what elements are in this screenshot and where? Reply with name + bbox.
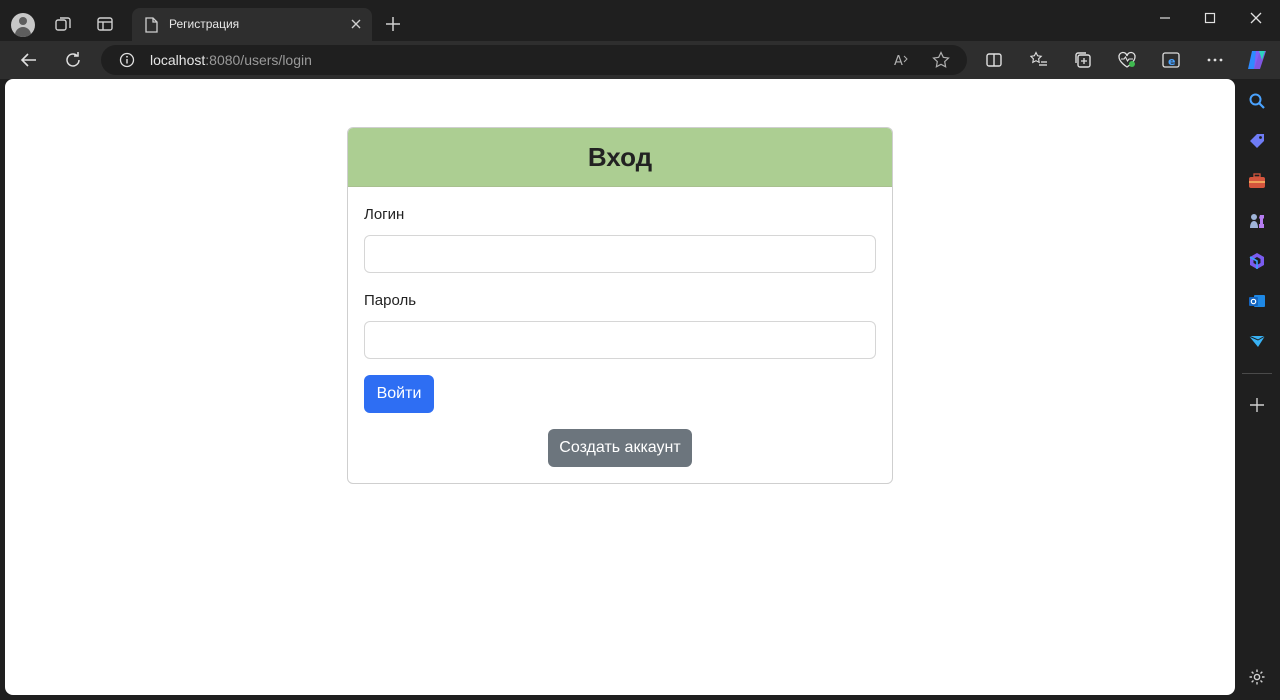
- edge-sidebar: [1236, 79, 1280, 700]
- tab-actions-icon[interactable]: [95, 14, 115, 34]
- password-input[interactable]: [364, 321, 876, 359]
- profile-avatar-icon[interactable]: [11, 13, 35, 37]
- minimize-icon[interactable]: [1142, 8, 1188, 28]
- refresh-icon[interactable]: [63, 50, 83, 70]
- browser-toolbar: localhost:8080/users/login A e: [0, 41, 1280, 79]
- address-bar[interactable]: localhost:8080/users/login A: [101, 45, 967, 75]
- collections-icon[interactable]: [1073, 50, 1093, 70]
- microsoft-365-icon[interactable]: [1247, 251, 1267, 271]
- tab-strip: Регистрация: [0, 0, 1280, 41]
- login-label: Логин: [364, 206, 405, 223]
- svg-text:A: A: [894, 54, 903, 69]
- page-title: Вход: [587, 141, 653, 172]
- svg-text:e: e: [1168, 55, 1175, 68]
- login-input[interactable]: [364, 235, 876, 273]
- more-options-icon[interactable]: [1205, 50, 1225, 70]
- add-sidebar-app-icon[interactable]: [1247, 395, 1267, 415]
- page-viewport: Вход Логин Пароль Войти Создать аккаунт: [5, 79, 1235, 695]
- tab-title: Регистрация: [169, 17, 240, 31]
- games-chess-icon[interactable]: [1247, 211, 1267, 231]
- outlook-icon[interactable]: [1247, 291, 1267, 311]
- password-label: Пароль: [364, 292, 417, 309]
- split-screen-icon[interactable]: [984, 50, 1004, 70]
- document-icon: [144, 17, 158, 38]
- login-card: Вход Логин Пароль Войти Создать аккаунт: [347, 127, 893, 484]
- site-info-icon[interactable]: [119, 52, 135, 73]
- maximize-icon[interactable]: [1187, 8, 1233, 28]
- drop-send-icon[interactable]: [1247, 331, 1267, 351]
- favorite-star-icon[interactable]: [931, 50, 951, 70]
- login-card-header: Вход: [348, 128, 892, 187]
- copilot-icon[interactable]: [1245, 49, 1269, 71]
- new-tab-icon[interactable]: [384, 15, 402, 33]
- login-submit-button[interactable]: Войти: [364, 375, 434, 413]
- sidebar-divider: [1242, 373, 1272, 374]
- browser-essentials-icon[interactable]: [1117, 50, 1137, 70]
- close-window-icon[interactable]: [1233, 8, 1279, 28]
- url-text: localhost:8080/users/login: [150, 52, 312, 68]
- workspaces-icon[interactable]: [53, 14, 73, 34]
- favorites-list-icon[interactable]: [1029, 50, 1049, 70]
- tab-close-icon[interactable]: [348, 16, 364, 32]
- search-icon[interactable]: [1247, 91, 1267, 111]
- back-arrow-icon[interactable]: [19, 50, 39, 70]
- internet-explorer-mode-icon[interactable]: e: [1161, 50, 1181, 70]
- sidebar-settings-gear-icon[interactable]: [1247, 667, 1267, 687]
- tab-active[interactable]: Регистрация: [132, 8, 372, 41]
- create-account-button[interactable]: Создать аккаунт: [548, 429, 692, 467]
- read-aloud-icon[interactable]: A: [892, 50, 912, 70]
- shopping-tag-icon[interactable]: [1247, 131, 1267, 151]
- tools-briefcase-icon[interactable]: [1247, 171, 1267, 191]
